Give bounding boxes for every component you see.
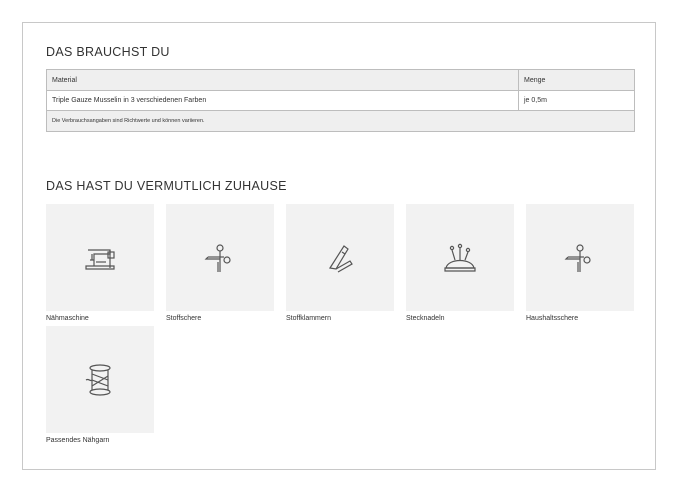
section-title-at-home: DAS HAST DU VERMUTLICH ZUHAUSE xyxy=(46,179,287,193)
tile-image xyxy=(406,204,514,311)
tool-label: Nähmaschine xyxy=(46,315,89,322)
table-header-row: Material Menge xyxy=(46,69,635,91)
tool-tile-thread: Passendes Nähgarn xyxy=(46,326,154,444)
sewing-machine-icon xyxy=(85,248,115,270)
table-note-row: Die Verbrauchsangaben sind Richtwerte un… xyxy=(46,110,635,132)
tile-image xyxy=(526,204,634,311)
tool-label: Stecknadeln xyxy=(406,315,445,322)
section-title-materials: DAS BRAUCHST DU xyxy=(46,45,170,59)
pincushion-icon xyxy=(444,243,476,272)
tool-tile-pins: Stecknadeln xyxy=(406,204,514,322)
fabric-clip-icon xyxy=(329,244,353,273)
column-header-amount: Menge xyxy=(518,69,635,91)
tile-image xyxy=(286,204,394,311)
content-card: DAS BRAUCHST DU Material Menge Triple Ga… xyxy=(22,22,656,470)
material-cell: Triple Gauze Musselin in 3 verschiedenen… xyxy=(46,90,519,111)
tool-label: Passendes Nähgarn xyxy=(46,437,110,444)
tile-image xyxy=(46,326,154,433)
scissors-icon xyxy=(564,243,591,272)
tool-label: Stoffklammern xyxy=(286,315,331,322)
table-note: Die Verbrauchsangaben sind Richtwerte un… xyxy=(46,110,635,132)
amount-cell: je 0,5m xyxy=(518,90,635,111)
tool-tile-fabric-clips: Stoffklammern xyxy=(286,204,394,322)
scissors-icon xyxy=(204,243,231,272)
tool-label: Haushaltsschere xyxy=(526,315,579,322)
materials-table: Material Menge Triple Gauze Musselin in … xyxy=(46,69,635,132)
column-header-material: Material xyxy=(46,69,519,91)
tool-label: Stoffschere xyxy=(166,315,202,322)
tool-tile-sewing-machine: Nähmaschine xyxy=(46,204,154,322)
tool-tile-household-scissors: Haushaltsschere xyxy=(526,204,634,322)
thread-spool-icon xyxy=(85,363,111,396)
table-row: Triple Gauze Musselin in 3 verschiedenen… xyxy=(46,90,635,111)
tile-image xyxy=(46,204,154,311)
tile-image xyxy=(166,204,274,311)
tool-tile-fabric-scissors: Stoffschere xyxy=(166,204,274,322)
